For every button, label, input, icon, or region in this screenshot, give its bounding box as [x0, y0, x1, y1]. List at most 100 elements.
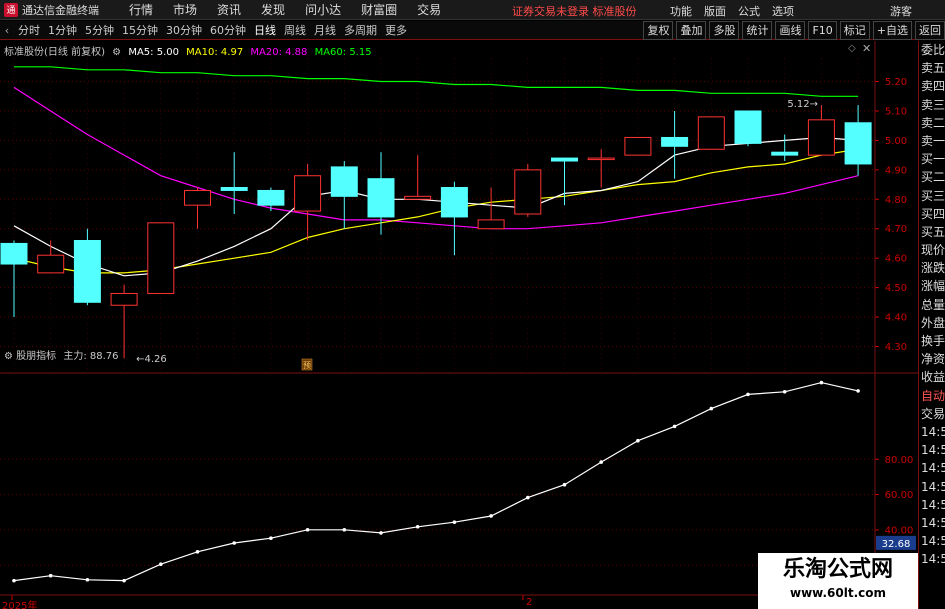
- candle-body: [624, 136, 652, 156]
- indicator-point: [159, 562, 163, 567]
- candle-body: [147, 222, 175, 294]
- candle-body: [110, 292, 138, 306]
- quote-field: 14:56: [921, 552, 945, 567]
- indicator-point: [526, 495, 530, 500]
- axis-mid-label: 2: [526, 597, 533, 608]
- candle-body: [0, 242, 28, 265]
- quote-field: 买二: [921, 170, 945, 185]
- quote-field: 涨跌: [921, 261, 945, 276]
- indicator-point: [195, 550, 200, 554]
- indicator-point: [48, 573, 53, 578]
- quote-field: 外盘: [921, 315, 945, 330]
- quote-field: 买四: [921, 206, 945, 221]
- indicator-point: [232, 541, 236, 545]
- candle-body: [551, 157, 578, 162]
- quote-field: 卖四: [921, 79, 945, 94]
- indicator-point: [452, 520, 457, 524]
- forecast-marker-label: 预: [303, 360, 311, 370]
- quote-field: 卖二: [921, 115, 945, 130]
- quote-side-panel: 委比 卖五 卖四 卖三 卖二 卖一 买一 买二 买三 买四 买五 现价 涨跌 涨幅 总量 外盘 换手 净资 收益 自动…: [918, 41, 945, 609]
- candle-body: [220, 187, 248, 191]
- candle-body: [257, 189, 285, 206]
- quote-field: 14:56: [921, 424, 945, 439]
- quote-field: 14:56: [921, 515, 945, 530]
- price-tick-label: 4.40: [885, 313, 907, 324]
- candle-body: [514, 169, 542, 215]
- candle-body: [734, 110, 762, 144]
- price-tick-label: 4.60: [885, 254, 907, 265]
- indicator-point: [342, 527, 347, 532]
- indicator-point: [85, 577, 90, 582]
- indicator-point: [305, 527, 310, 532]
- candle-body: [37, 254, 65, 274]
- quote-field: 14:56: [921, 443, 945, 458]
- indicator-point: [636, 438, 640, 443]
- candle-body: [587, 157, 615, 161]
- candle-body: [844, 122, 872, 165]
- indicator-point: [819, 380, 824, 385]
- indicator-point: [269, 536, 273, 541]
- candle-body: [404, 195, 432, 200]
- indicator-point: [856, 389, 860, 393]
- ma5-line: [13, 136, 859, 277]
- indicator-point: [379, 531, 383, 535]
- watermark-url: www.60lt.com: [789, 586, 887, 600]
- indicator-point: [12, 578, 16, 583]
- price-tick-label: 4.50: [885, 283, 907, 294]
- quote-field: 现价: [921, 243, 945, 258]
- quote-field: 14:56: [921, 497, 945, 512]
- indicator-current-value: 32.68: [882, 539, 911, 550]
- candle-body: [73, 239, 101, 303]
- quote-field: 交易: [921, 406, 945, 421]
- low-price-annotation: ←4.26: [136, 354, 167, 365]
- candle-body: [807, 119, 835, 156]
- quote-field: 总量: [921, 297, 945, 312]
- candle-body: [771, 151, 799, 156]
- candle-body: [477, 219, 505, 230]
- price-tick-label: 4.30: [885, 342, 907, 353]
- quote-field: 卖一: [921, 133, 945, 148]
- price-tick-label: 4.70: [885, 224, 907, 235]
- watermark: 乐淘公式网 www.60lt.com: [758, 553, 918, 609]
- quote-field: 买一: [921, 152, 945, 167]
- ma10-line: [13, 148, 859, 274]
- indicator-line: [13, 381, 859, 582]
- quote-field: 卖三: [921, 97, 945, 112]
- price-tick-label: 5.20: [885, 77, 907, 88]
- candle-body: [440, 187, 468, 218]
- axis-year-label: 2025年: [2, 601, 38, 609]
- candle-body: [367, 178, 395, 218]
- quote-field: 净资: [921, 352, 945, 367]
- candle-body: [697, 116, 725, 150]
- quote-field: 收益: [921, 370, 945, 385]
- quote-field: 买三: [921, 188, 945, 203]
- quote-field: 14:56: [921, 479, 945, 494]
- indicator-point: [489, 514, 493, 518]
- indicator-point: [746, 392, 750, 397]
- quote-field: 委比: [921, 43, 945, 57]
- indicator-tick-label: 40.00: [885, 525, 914, 536]
- candle-body: [184, 189, 211, 206]
- price-tick-label: 4.90: [885, 165, 907, 176]
- candle-body: [330, 166, 358, 197]
- watermark-title: 乐淘公式网: [782, 557, 893, 582]
- quote-list: 委比 卖五 卖四 卖三 卖二 卖一 买一 买二 买三 买四 买五 现价 涨跌 涨幅 总量 外盘 换手 净资 收益 自动…: [919, 41, 945, 568]
- quote-field: 14:56: [921, 534, 945, 549]
- quote-field: 换手: [921, 334, 945, 348]
- quote-field: 买五: [921, 224, 945, 239]
- candle-body: [661, 136, 689, 147]
- indicator-point: [709, 406, 714, 411]
- candle-body: [294, 175, 322, 212]
- quote-field: 14:56: [921, 461, 945, 476]
- quote-field: 涨幅: [921, 279, 945, 294]
- price-tick-label: 5.00: [885, 136, 907, 147]
- indicator-point: [599, 460, 603, 464]
- indicator-point: [415, 524, 420, 529]
- high-price-annotation: 5.12→: [787, 99, 818, 110]
- indicator-tick-label: 80.00: [885, 455, 914, 466]
- quote-field: 卖五: [921, 61, 945, 76]
- indicator-point: [122, 578, 126, 583]
- indicator-tick-label: 60.00: [885, 490, 914, 501]
- chart-canvas: 4.30 4.40 4.50 4.60 4.70 4.80 4.90 5.00 5.10 5.20…: [0, 41, 918, 609]
- price-tick-label: 4.80: [885, 195, 907, 206]
